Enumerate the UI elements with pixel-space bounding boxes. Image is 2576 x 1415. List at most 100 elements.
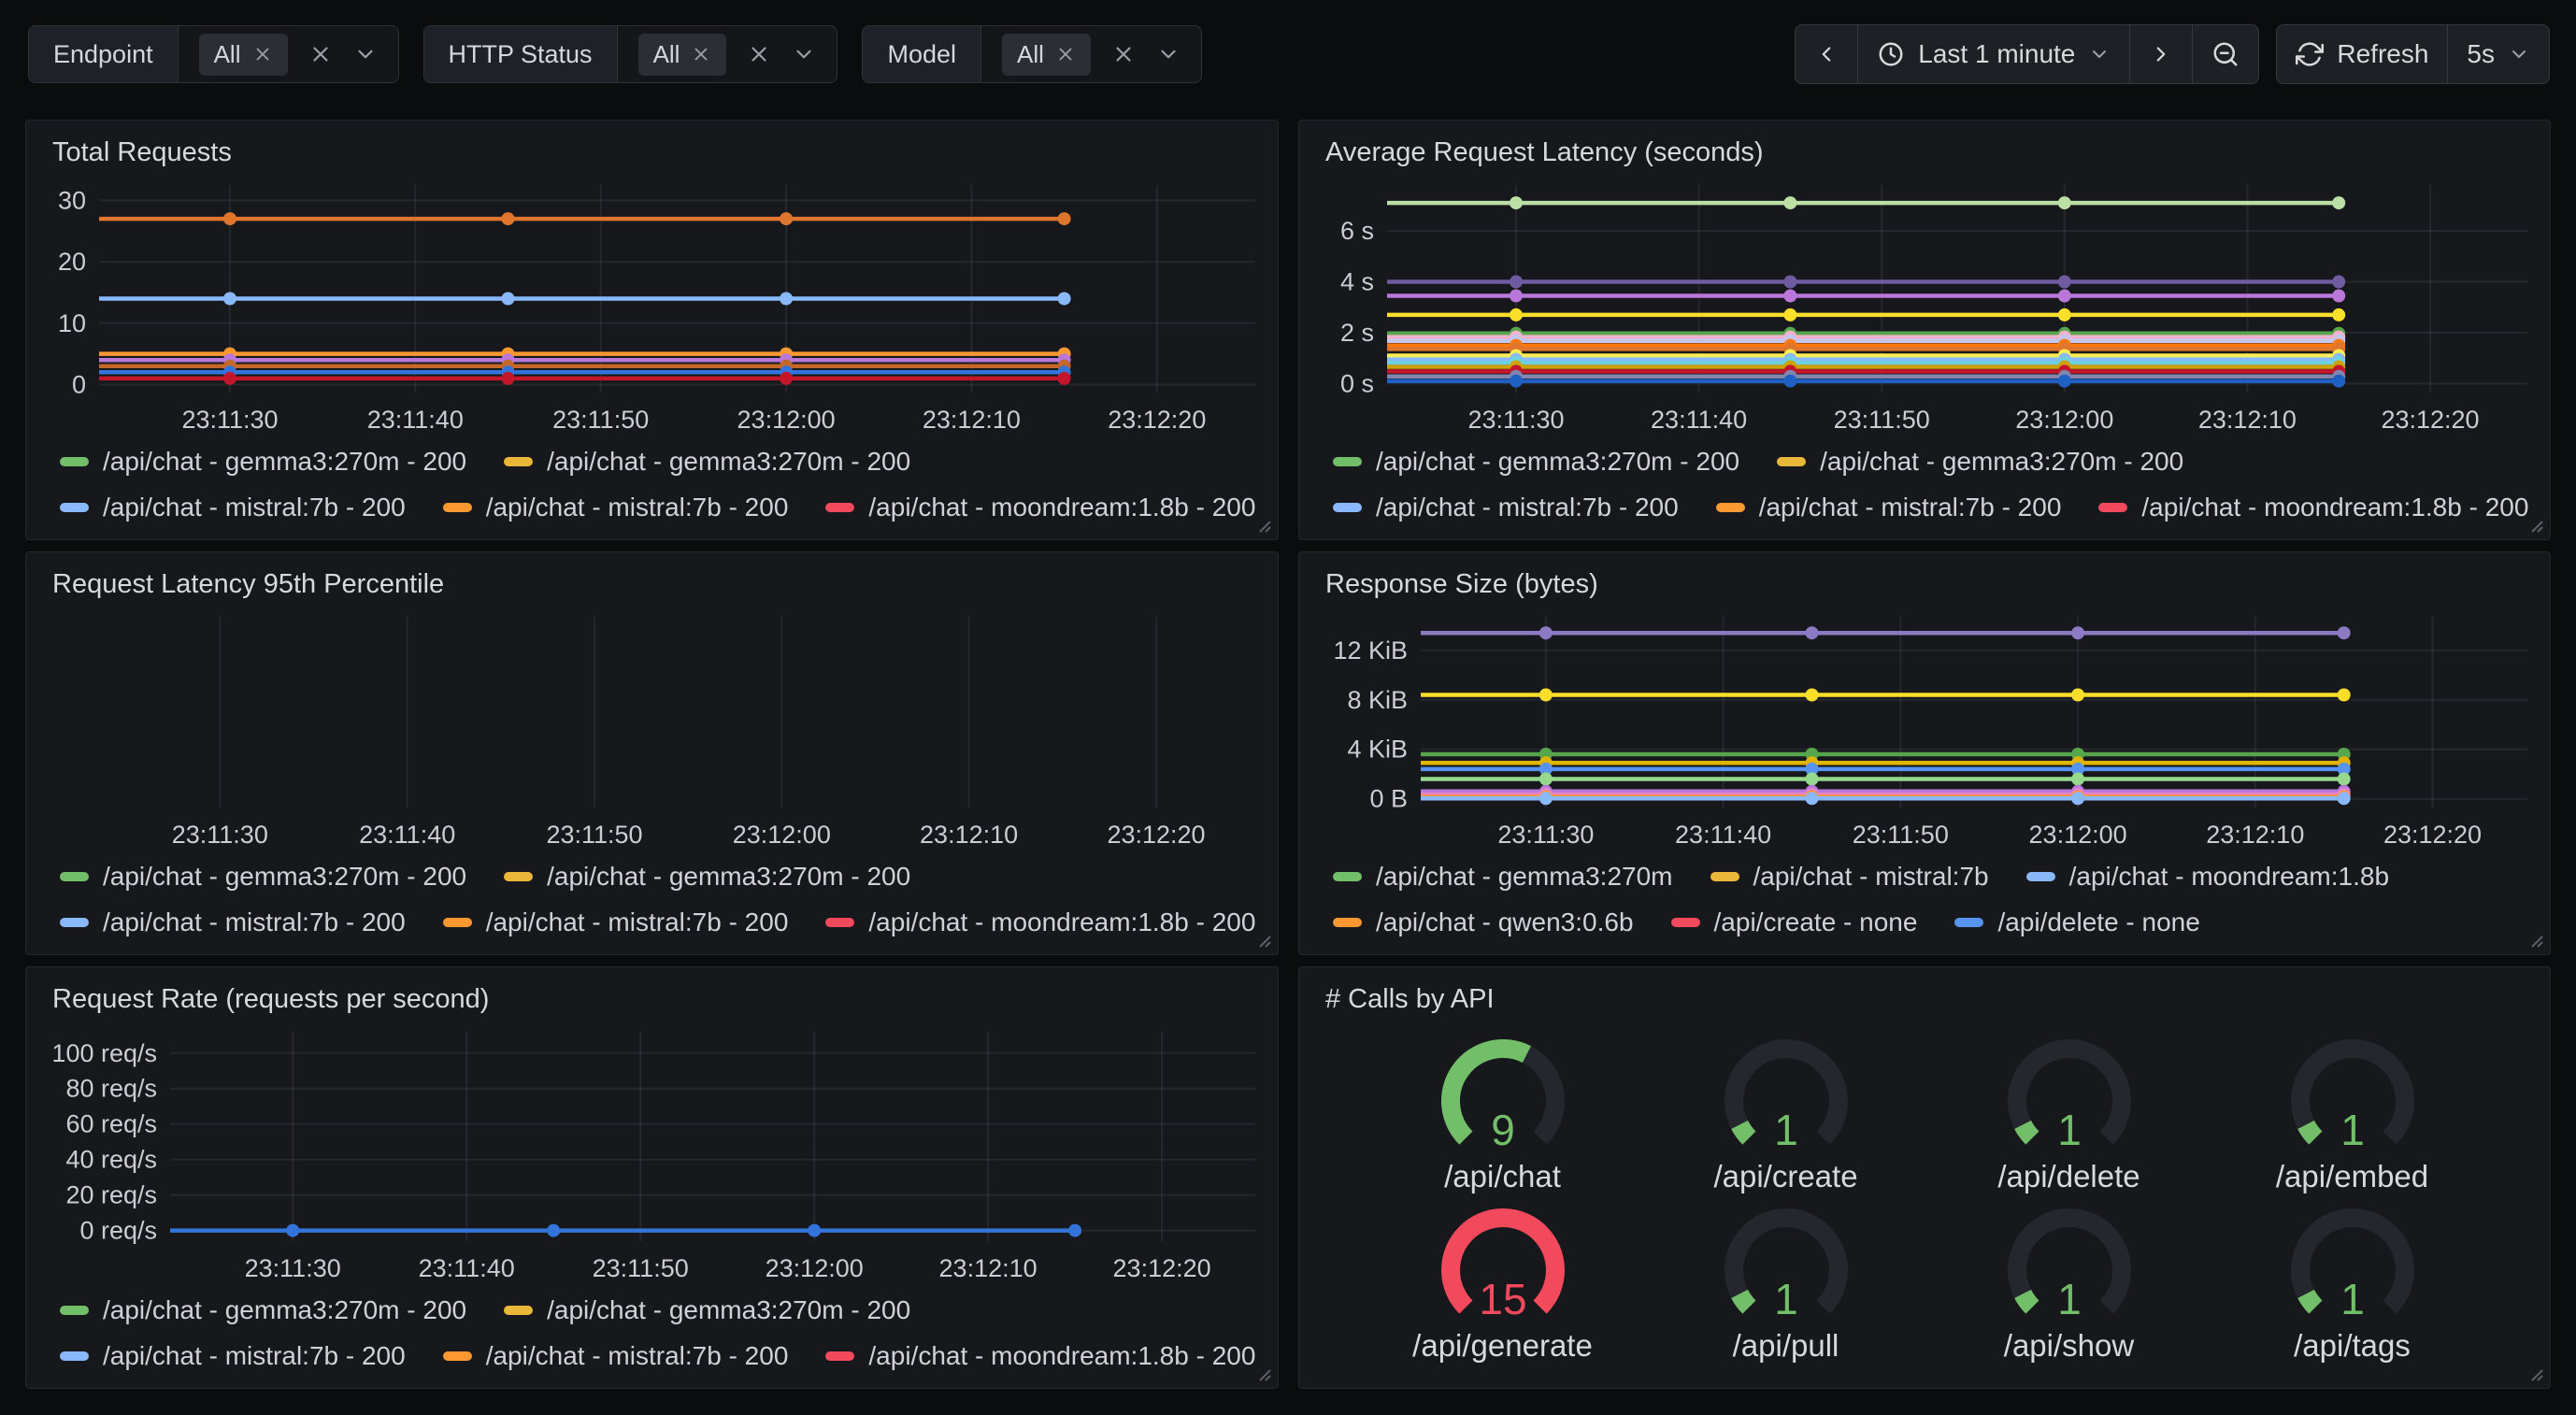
svg-text:0 B: 0 B <box>1369 785 1408 813</box>
chart-response-size[interactable]: 0 B4 KiB8 KiB12 KiB23:11:3023:11:4023:11… <box>1324 604 2531 850</box>
legend-item[interactable]: /api/chat - gemma3:270m - 200 <box>504 447 910 477</box>
svg-text:30: 30 <box>58 186 86 214</box>
time-series-plot[interactable]: 0 req/s20 req/s40 req/s60 req/s80 req/s1… <box>50 1019 1259 1284</box>
chart-total-requests[interactable]: 010203023:11:3023:11:4023:11:5023:12:002… <box>50 172 1259 436</box>
legend-row: /api/chat - mistral:7b - 200/api/chat - … <box>60 493 1259 522</box>
panel-resize-handle[interactable] <box>2526 931 2545 950</box>
panel-resize-handle[interactable] <box>2526 1365 2545 1383</box>
legend-item[interactable]: /api/chat - gemma3:270m - 200 <box>60 862 466 892</box>
gauge-value: 1 <box>1774 1275 1798 1323</box>
legend-item[interactable]: /api/chat - qwen3:0.6b <box>1333 908 1634 937</box>
legend-item[interactable]: /api/chat - gemma3:270m - 200 <box>504 1295 910 1325</box>
legend-item[interactable]: /api/delete - none <box>1954 908 2199 937</box>
legend-item[interactable]: /api/chat - mistral:7b <box>1710 862 1989 892</box>
clear-icon[interactable] <box>308 42 333 66</box>
legend-row: /api/chat - mistral:7b - 200/api/chat - … <box>60 908 1259 937</box>
panel-title[interactable]: Request Latency 95th Percentile <box>52 569 1259 600</box>
selected-value-chip[interactable]: All <box>638 34 727 76</box>
legend-item[interactable]: /api/chat - gemma3:270m - 200 <box>504 862 910 892</box>
chart-request-rate[interactable]: 0 req/s20 req/s40 req/s60 req/s80 req/s1… <box>50 1019 1259 1284</box>
svg-text:0: 0 <box>72 371 86 399</box>
legend-item[interactable]: /api/chat - gemma3:270m <box>1333 862 1673 892</box>
chevron-down-icon[interactable] <box>1156 42 1181 66</box>
chart-request-latency-95th[interactable]: 23:11:3023:11:4023:11:5023:12:0023:12:10… <box>50 604 1259 850</box>
panel-title[interactable]: Request Rate (requests per second) <box>52 984 1259 1015</box>
selected-value-chip[interactable]: All <box>1002 34 1091 76</box>
panel-title[interactable]: Response Size (bytes) <box>1325 569 2531 600</box>
gauge-label: /api/tags <box>2294 1328 2411 1364</box>
clear-icon[interactable] <box>747 42 771 66</box>
remove-value-icon[interactable] <box>252 44 273 64</box>
legend-item[interactable]: /api/chat - mistral:7b - 200 <box>1716 493 2062 522</box>
time-series-plot[interactable]: 23:11:3023:11:4023:11:5023:12:0023:12:10… <box>50 604 1259 850</box>
svg-text:23:11:40: 23:11:40 <box>1675 821 1771 849</box>
panel-resize-handle[interactable] <box>2526 516 2545 535</box>
legend-item[interactable]: /api/chat - mistral:7b - 200 <box>443 908 789 937</box>
filter-value[interactable]: All <box>179 26 398 82</box>
panel-resize-handle[interactable] <box>1254 931 1273 950</box>
legend-row: /api/chat - gemma3:270m - 200/api/chat -… <box>1333 447 2531 477</box>
legend-item[interactable]: /api/chat - moondream:1.8b - 200 <box>825 1341 1255 1371</box>
gauge-api-show: 1/api/show <box>1990 1195 2149 1364</box>
panel-resize-handle[interactable] <box>1254 1365 1273 1383</box>
legend-item[interactable]: /api/chat - mistral:7b - 200 <box>443 493 789 522</box>
series-color-chip <box>1333 503 1362 512</box>
refresh-interval-button[interactable]: 5s <box>2447 25 2549 83</box>
selected-value-chip[interactable]: All <box>199 34 288 76</box>
remove-value-icon[interactable] <box>1055 44 1076 64</box>
legend-item[interactable]: /api/chat - mistral:7b - 200 <box>60 1341 406 1371</box>
panel-title[interactable]: Total Requests <box>52 137 1259 168</box>
legend-row: /api/chat - mistral:7b - 200/api/chat - … <box>1333 493 2531 522</box>
time-range-button[interactable]: Last 1 minute <box>1857 25 2129 83</box>
filter-label: Model <box>863 26 981 82</box>
time-series-plot[interactable]: 0 B4 KiB8 KiB12 KiB23:11:3023:11:4023:11… <box>1324 604 2531 850</box>
legend-item[interactable]: /api/chat - mistral:7b - 200 <box>60 493 406 522</box>
chevron-down-icon[interactable] <box>792 42 816 66</box>
panel-resize-handle[interactable] <box>1254 516 1273 535</box>
remove-value-icon[interactable] <box>691 44 711 64</box>
chevron-down-icon[interactable] <box>353 42 378 66</box>
filter-value[interactable]: All <box>981 26 1201 82</box>
series-color-chip <box>1671 918 1700 927</box>
time-controls: Last 1 minute Refresh 5s <box>1795 24 2550 84</box>
panel-title[interactable]: # Calls by API <box>1325 984 2531 1015</box>
time-shift-back-button[interactable] <box>1796 25 1857 83</box>
filter-value[interactable]: All <box>618 26 837 82</box>
legend-item[interactable]: /api/chat - gemma3:270m - 200 <box>1333 447 1739 477</box>
legend-item[interactable]: /api/chat - gemma3:270m - 200 <box>60 1295 466 1325</box>
gauge-arc: 1 <box>1707 1195 1866 1328</box>
series-label: /api/chat - gemma3:270m - 200 <box>1820 447 2183 477</box>
legend-item[interactable]: /api/chat - mistral:7b - 200 <box>60 908 406 937</box>
clear-icon[interactable] <box>1111 42 1136 66</box>
gauge-arc: 15 <box>1424 1195 1582 1328</box>
time-shift-forward-button[interactable] <box>2129 25 2192 83</box>
time-series-plot[interactable]: 010203023:11:3023:11:4023:11:5023:12:002… <box>50 172 1259 436</box>
zoom-out-button[interactable] <box>2192 25 2258 83</box>
legend-item[interactable]: /api/chat - moondream:1.8b <box>2026 862 2389 892</box>
legend-item[interactable]: /api/chat - gemma3:270m - 200 <box>60 447 466 477</box>
svg-text:23:11:30: 23:11:30 <box>245 1254 341 1282</box>
chart-average-request-latency[interactable]: 0 s2 s4 s6 s23:11:3023:11:4023:11:5023:1… <box>1324 172 2531 436</box>
svg-text:23:11:40: 23:11:40 <box>367 406 464 434</box>
svg-text:23:12:00: 23:12:00 <box>733 821 831 849</box>
legend: /api/chat - gemma3:270m - 200/api/chat -… <box>1324 436 2531 530</box>
legend-item[interactable]: /api/chat - moondream:1.8b - 200 <box>825 493 1255 522</box>
refresh-button[interactable]: Refresh <box>2277 25 2447 83</box>
gauge-label: /api/chat <box>1444 1159 1561 1194</box>
gauge-arc: 1 <box>1707 1026 1866 1159</box>
legend-item[interactable]: /api/chat - moondream:1.8b - 200 <box>2098 493 2528 522</box>
gauge-value: 1 <box>2340 1106 2365 1154</box>
panel-title[interactable]: Average Request Latency (seconds) <box>1325 137 2531 168</box>
legend-item[interactable]: /api/chat - gemma3:270m - 200 <box>1777 447 2183 477</box>
time-series-plot[interactable]: 0 s2 s4 s6 s23:11:3023:11:4023:11:5023:1… <box>1324 172 2531 436</box>
legend-item[interactable]: /api/create - none <box>1671 908 1918 937</box>
svg-text:2 s: 2 s <box>1340 319 1374 347</box>
legend-item[interactable]: /api/chat - mistral:7b - 200 <box>1333 493 1679 522</box>
gauge-arc: 1 <box>2273 1026 2432 1159</box>
series-color-chip <box>504 457 533 466</box>
series-label: /api/chat - gemma3:270m - 200 <box>103 447 466 477</box>
legend-item[interactable]: /api/chat - moondream:1.8b - 200 <box>825 908 1255 937</box>
legend-item[interactable]: /api/chat - mistral:7b - 200 <box>443 1341 789 1371</box>
series-label: /api/chat - mistral:7b - 200 <box>486 908 789 937</box>
panel-response-size: Response Size (bytes) 0 B4 KiB8 KiB12 Ki… <box>1298 551 2551 955</box>
